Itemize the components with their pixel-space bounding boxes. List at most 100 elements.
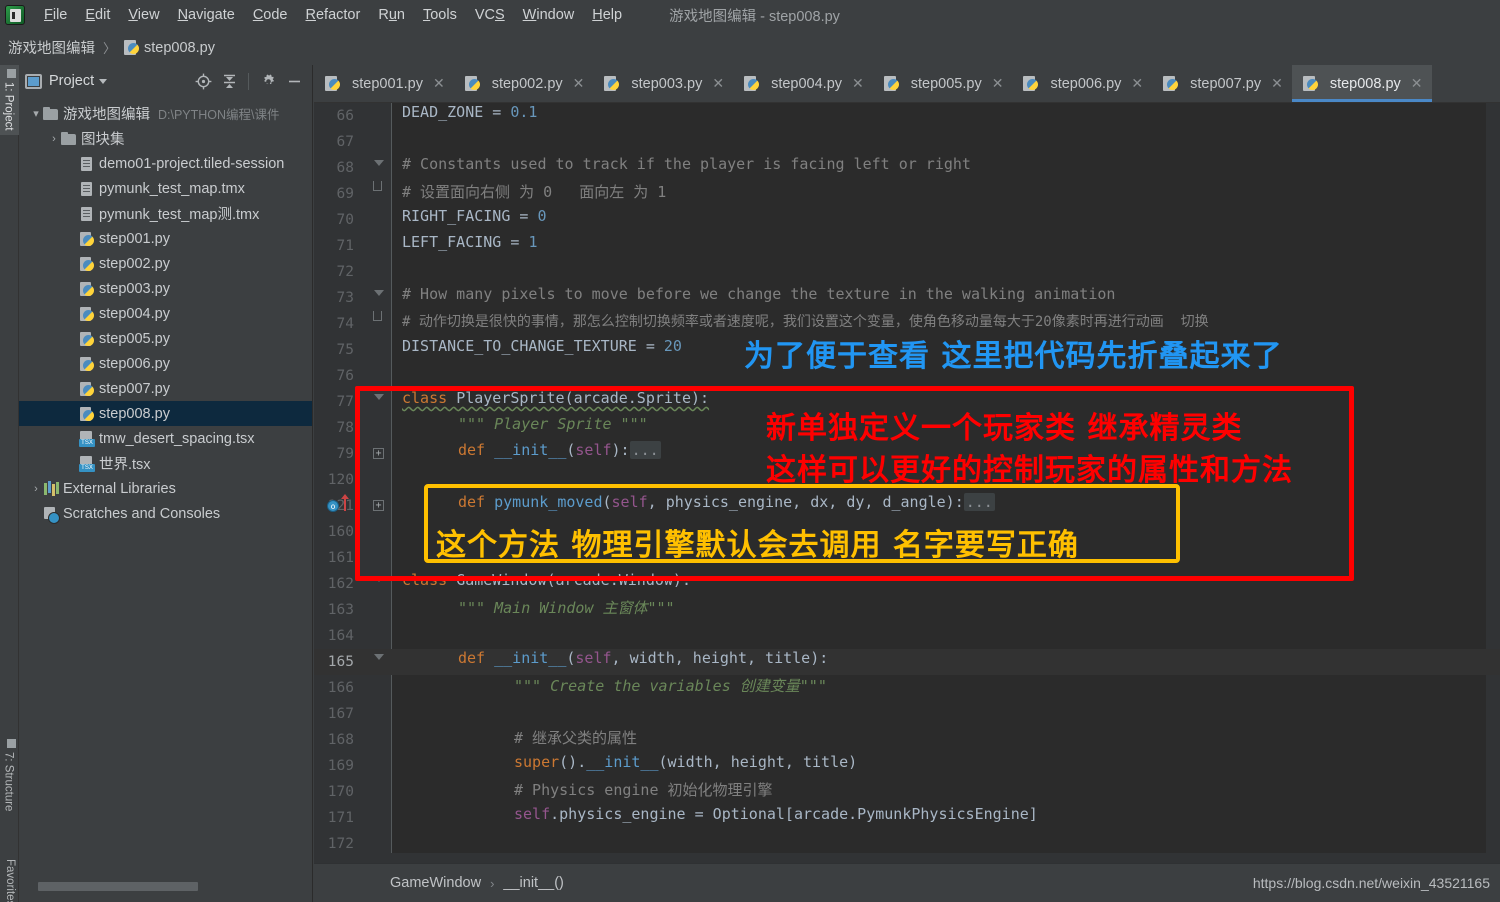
fold-triangle-icon[interactable] xyxy=(374,576,384,582)
editor-line: 164 xyxy=(314,623,1500,649)
tree-item[interactable]: 世界.tsx xyxy=(19,451,312,476)
tree-item[interactable]: step004.py xyxy=(19,301,312,326)
close-icon[interactable]: ✕ xyxy=(1131,75,1143,92)
project-window-icon xyxy=(25,73,42,89)
gear-icon[interactable] xyxy=(256,69,280,93)
editor-tab-step005[interactable]: step005.py ✕ xyxy=(873,65,1013,102)
tree-item[interactable]: › External Libraries xyxy=(19,476,312,501)
chevron-down-icon[interactable] xyxy=(99,78,108,84)
tree-item[interactable]: › 图块集 xyxy=(19,126,312,151)
close-icon[interactable]: ✕ xyxy=(992,75,1004,92)
tree-item[interactable]: step003.py xyxy=(19,276,312,301)
chevron-right-icon[interactable]: › xyxy=(47,133,61,145)
code-line-121: def pymunk_moved(self, physics_engine, d… xyxy=(458,493,995,511)
editor-tab-label: step007.py xyxy=(1190,75,1262,92)
tree-item[interactable]: step005.py xyxy=(19,326,312,351)
tool-button-project[interactable]: 1: Project xyxy=(0,65,19,135)
tree-item[interactable]: step007.py xyxy=(19,376,312,401)
tool-button-favorites[interactable]: Favorites xyxy=(0,855,19,902)
breadcrumb-file[interactable]: step008.py xyxy=(144,40,215,56)
editor-line: 166 xyxy=(314,675,1500,701)
code-line-78: """ Player Sprite """ xyxy=(458,415,648,433)
close-icon[interactable]: ✕ xyxy=(852,75,864,92)
close-icon[interactable]: ✕ xyxy=(1271,75,1283,92)
menu-item-navigate[interactable]: Navigate xyxy=(169,4,244,26)
tree-item[interactable]: step008.py xyxy=(19,401,312,426)
menu-item-window[interactable]: Window xyxy=(514,4,584,26)
tree-item[interactable]: step001.py xyxy=(19,226,312,251)
close-icon[interactable]: ✕ xyxy=(1411,75,1423,92)
status-breadcrumb-class[interactable]: GameWindow xyxy=(390,875,481,891)
tree-item[interactable]: step002.py xyxy=(19,251,312,276)
menu-mnemonic: N xyxy=(177,7,189,23)
fold-triangle-icon[interactable] xyxy=(374,290,384,296)
collapse-all-icon[interactable] xyxy=(217,69,241,93)
menu-item-edit[interactable]: Edit xyxy=(76,4,119,26)
window-title: 游戏地图编辑 - step008.py xyxy=(669,8,840,25)
editor-tab-step007[interactable]: step007.py ✕ xyxy=(1152,65,1292,102)
menu-item-help[interactable]: Help xyxy=(583,4,631,26)
chevron-right-icon[interactable]: › xyxy=(29,483,43,495)
menu-item-run[interactable]: Run xyxy=(369,4,414,26)
menu-mnemonic: C xyxy=(252,7,264,23)
tree-item[interactable]: demo01-project.tiled-session xyxy=(19,151,312,176)
editor-tab-step004[interactable]: step004.py ✕ xyxy=(733,65,873,102)
line-number: 166 xyxy=(327,680,354,696)
editor-tab-step002[interactable]: step002.py ✕ xyxy=(454,65,594,102)
menu-item-vcs[interactable]: VCS xyxy=(466,4,514,26)
code-line-77: class PlayerSprite(arcade.Sprite): xyxy=(402,389,710,407)
tree-item-path-hint: D:\PYTHON编程\课件 xyxy=(158,108,280,122)
project-horizontal-scrollbar[interactable] xyxy=(19,881,313,892)
fold-triangle-icon[interactable] xyxy=(374,654,384,660)
menu-item-file[interactable]: File xyxy=(35,4,76,26)
tool-button-structure[interactable]: 7: Structure xyxy=(0,735,19,815)
tree-item[interactable]: tmw_desert_spacing.tsx xyxy=(19,426,312,451)
line-number: 171 xyxy=(327,810,354,826)
python-file-icon xyxy=(79,406,95,422)
editor-tab-step001[interactable]: step001.py ✕ xyxy=(314,65,454,102)
status-breadcrumb-method[interactable]: __init__() xyxy=(503,875,563,891)
tree-item-label: 世界.tsx xyxy=(99,457,151,473)
editor-tab-step008[interactable]: step008.py ✕ xyxy=(1291,65,1432,102)
close-icon[interactable]: ✕ xyxy=(433,75,445,92)
line-number: 77 xyxy=(336,394,354,410)
locate-icon[interactable] xyxy=(191,69,215,93)
project-icon xyxy=(7,69,16,78)
menu-item-refactor[interactable]: Refactor xyxy=(297,4,370,26)
code-line-66: DEAD_ZONE = 0.1 xyxy=(402,103,538,121)
editor-horizontal-scrollbar[interactable] xyxy=(314,853,1500,863)
tree-item[interactable]: step006.py xyxy=(19,351,312,376)
fold-expand-icon[interactable]: + xyxy=(373,500,384,511)
tree-item[interactable]: ▾ 游戏地图编辑 D:\PYTHON编程\课件 xyxy=(19,101,312,126)
chevron-down-icon[interactable]: ▾ xyxy=(29,107,43,120)
editor-tab-label: step001.py xyxy=(352,75,423,92)
close-icon[interactable]: ✕ xyxy=(573,75,585,92)
library-icon xyxy=(43,481,59,497)
folder-icon xyxy=(43,106,59,122)
menu-item-view[interactable]: View xyxy=(119,4,168,26)
close-icon[interactable]: ✕ xyxy=(712,75,724,92)
doc-icon xyxy=(79,206,95,222)
line-number: 164 xyxy=(327,628,354,644)
tree-item[interactable]: Scratches and Consoles xyxy=(19,501,312,526)
code-editor[interactable]: 66 67 68 69 70 71 72 73 74 75 76 77 78 79 120 121 160 161… xyxy=(314,103,1500,863)
fold-triangle-icon[interactable] xyxy=(374,160,384,166)
fold-triangle-icon[interactable] xyxy=(374,394,384,400)
hide-panel-icon[interactable] xyxy=(282,69,306,93)
fold-expand-icon[interactable]: + xyxy=(373,448,384,459)
breadcrumb-project[interactable]: 游戏地图编辑 xyxy=(8,37,95,58)
override-method-icon[interactable]: o xyxy=(327,500,339,512)
structure-icon xyxy=(7,739,16,748)
editor-tab-step006[interactable]: step006.py ✕ xyxy=(1012,65,1152,102)
project-scrollbar-thumb[interactable] xyxy=(38,882,198,891)
menu-item-tools[interactable]: Tools xyxy=(414,4,466,26)
python-file-icon xyxy=(325,75,340,92)
line-number: 170 xyxy=(327,784,354,800)
editor-tab-step003[interactable]: step003.py ✕ xyxy=(593,65,733,102)
pycharm-window: File Edit View Navigate Code Refactor Run Tools… xyxy=(0,0,1500,902)
tree-item[interactable]: pymunk_test_map.tmx xyxy=(19,176,312,201)
code-line-169: super().__init__(width, height, title) xyxy=(514,753,858,771)
tree-item[interactable]: pymunk_test_map测.tmx xyxy=(19,201,312,226)
python-file-icon xyxy=(79,281,95,297)
menu-item-code[interactable]: Code xyxy=(244,4,297,26)
